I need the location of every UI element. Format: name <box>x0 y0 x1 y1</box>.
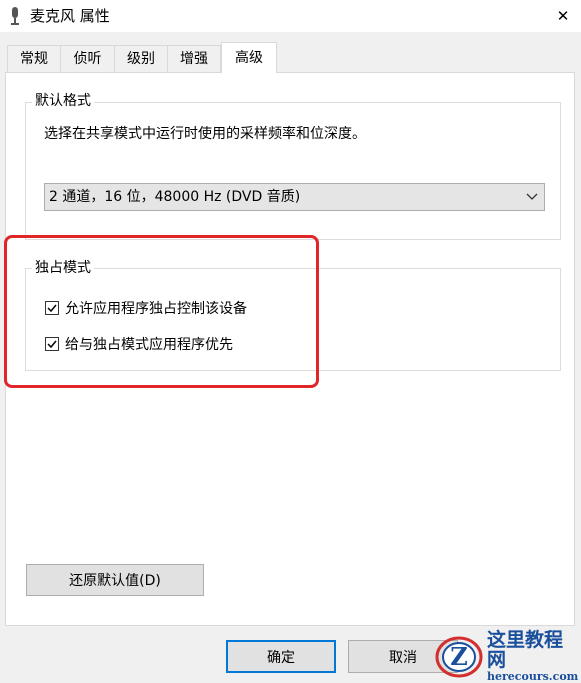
allow-exclusive-control-checkbox[interactable]: 允许应用程序独占控制该设备 <box>45 298 247 318</box>
tab-general[interactable]: 常规 <box>7 45 61 72</box>
checkbox-box[interactable] <box>45 337 59 351</box>
button-label: 确定 <box>267 649 295 666</box>
watermark-logo-icon: Z <box>435 635 483 679</box>
watermark-subtitle: herecours.com <box>487 670 579 683</box>
tab-advanced[interactable]: 高级 <box>221 42 277 73</box>
chevron-down-icon <box>526 184 538 210</box>
close-icon: ✕ <box>556 7 570 25</box>
ok-button[interactable]: 确定 <box>226 640 336 673</box>
watermark: Z 这里教程网 herecours.com <box>435 629 581 683</box>
format-dropdown[interactable]: 2 通道，16 位，48000 Hz (DVD 音质) <box>44 183 545 211</box>
default-format-description: 选择在共享模式中运行时使用的采样频率和位深度。 <box>44 126 366 142</box>
watermark-title: 这里教程网 <box>487 628 564 672</box>
tab-enhancements[interactable]: 增强 <box>167 45 221 72</box>
button-label: 还原默认值(D) <box>69 573 161 589</box>
exclusive-priority-checkbox[interactable]: 给与独占模式应用程序优先 <box>45 334 233 354</box>
checkmark-icon <box>47 340 57 349</box>
button-label: 取消 <box>389 649 417 666</box>
tab-levels[interactable]: 级别 <box>114 45 168 72</box>
format-dropdown-value: 2 通道，16 位，48000 Hz (DVD 音质) <box>49 189 301 205</box>
tab-label: 增强 <box>180 51 208 67</box>
exclusive-mode-group <box>25 268 561 371</box>
default-format-title: 默认格式 <box>32 92 94 110</box>
close-button[interactable]: ✕ <box>545 0 581 32</box>
checkbox-label: 允许应用程序独占控制该设备 <box>65 301 247 317</box>
microphone-icon <box>8 6 22 26</box>
tab-label: 常规 <box>20 51 48 67</box>
default-format-group <box>25 102 561 240</box>
window-title: 麦克风 属性 <box>30 7 110 25</box>
tab-listen[interactable]: 侦听 <box>60 45 115 72</box>
checkmark-icon <box>47 304 57 313</box>
restore-defaults-button[interactable]: 还原默认值(D) <box>26 564 204 596</box>
tab-label: 侦听 <box>73 51 102 67</box>
watermark-letter: Z <box>450 642 468 671</box>
exclusive-mode-title: 独占模式 <box>32 259 94 277</box>
checkbox-box[interactable] <box>45 301 59 315</box>
tab-label: 高级 <box>235 50 263 66</box>
checkbox-label: 给与独占模式应用程序优先 <box>65 337 233 353</box>
tab-label: 级别 <box>127 51 155 67</box>
